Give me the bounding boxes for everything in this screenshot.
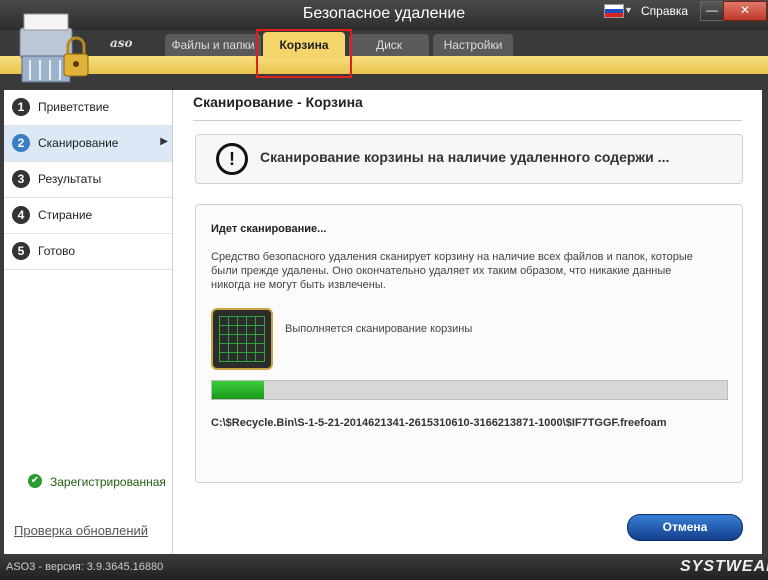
exclamation-icon: ! xyxy=(216,143,248,175)
current-file-path: C:\$Recycle.Bin\S-1-5-21-2014621341-2615… xyxy=(211,417,667,429)
step-number: 2 xyxy=(12,134,30,152)
version-text: ASO3 - версия: 3.9.3645.16880 xyxy=(6,561,164,573)
title-divider xyxy=(193,120,742,121)
step-number: 3 xyxy=(12,170,30,188)
step-label: Стирание xyxy=(38,208,93,222)
help-link[interactable]: Справка xyxy=(641,4,688,18)
shredder-lock-logo-icon xyxy=(19,13,89,83)
progress-fill xyxy=(212,381,264,399)
scan-radar-icon xyxy=(211,308,273,370)
minimize-button[interactable]: — xyxy=(700,1,724,21)
app-logo-text: aso xyxy=(110,36,133,50)
scan-panel: Идет сканирование... Средство безопасног… xyxy=(195,204,743,483)
tab-files-folders[interactable]: Файлы и папки xyxy=(165,34,261,56)
tab-disk[interactable]: Диск xyxy=(349,34,429,56)
step-number: 1 xyxy=(12,98,30,116)
cancel-button[interactable]: Отмена xyxy=(627,514,743,541)
scan-status-text: Выполняется сканирование корзины xyxy=(285,323,473,335)
app-window: Безопасное удаление ▼ Справка — ✕ aso Фа… xyxy=(0,0,768,580)
registered-status: Зарегистрированная xyxy=(50,475,166,489)
russia-flag-icon[interactable] xyxy=(604,4,624,18)
step-number: 4 xyxy=(12,206,30,224)
close-button[interactable]: ✕ xyxy=(723,1,767,21)
chevron-down-icon[interactable]: ▼ xyxy=(624,5,633,15)
step-label: Результаты xyxy=(38,172,102,186)
scan-progress-bar xyxy=(211,380,728,400)
step-results[interactable]: 3 Результаты xyxy=(4,162,172,198)
title-bar: Безопасное удаление ▼ Справка — ✕ xyxy=(0,0,768,30)
check-circle-icon: ✔ xyxy=(28,474,42,488)
tab-strip-bar xyxy=(0,56,768,74)
radar-grid xyxy=(219,316,265,362)
tab-settings[interactable]: Настройки xyxy=(433,34,513,56)
notice-text: Сканирование корзины на наличие удаленно… xyxy=(260,149,670,165)
check-updates-link[interactable]: Проверка обновлений xyxy=(14,523,148,538)
chevron-right-icon: ▶ xyxy=(160,136,168,147)
step-welcome[interactable]: 1 Приветствие xyxy=(4,90,172,126)
step-number: 5 xyxy=(12,242,30,260)
tab-highlight-box xyxy=(256,29,352,78)
page-title: Сканирование - Корзина xyxy=(193,94,363,110)
step-done[interactable]: 5 Готово xyxy=(4,234,172,270)
main-content: Сканирование - Корзина ! Сканирование ко… xyxy=(173,90,762,554)
step-label: Сканирование xyxy=(38,136,119,150)
step-erasing[interactable]: 4 Стирание xyxy=(4,198,172,234)
systweak-logo: SYSTWEAK xyxy=(680,558,768,575)
notice-box: ! Сканирование корзины на наличие удален… xyxy=(195,134,743,184)
wizard-sidebar: 1 Приветствие 2 Сканирование ▶ 3 Результ… xyxy=(4,90,173,554)
step-label: Готово xyxy=(38,244,76,258)
step-scanning[interactable]: 2 Сканирование ▶ xyxy=(4,126,172,162)
scan-description: Средство безопасного удаления сканирует … xyxy=(211,251,693,291)
step-label: Приветствие xyxy=(38,100,110,114)
status-bar: ASO3 - версия: 3.9.3645.16880 SYSTWEAK xyxy=(0,556,768,580)
scan-heading: Идет сканирование... xyxy=(211,223,327,235)
